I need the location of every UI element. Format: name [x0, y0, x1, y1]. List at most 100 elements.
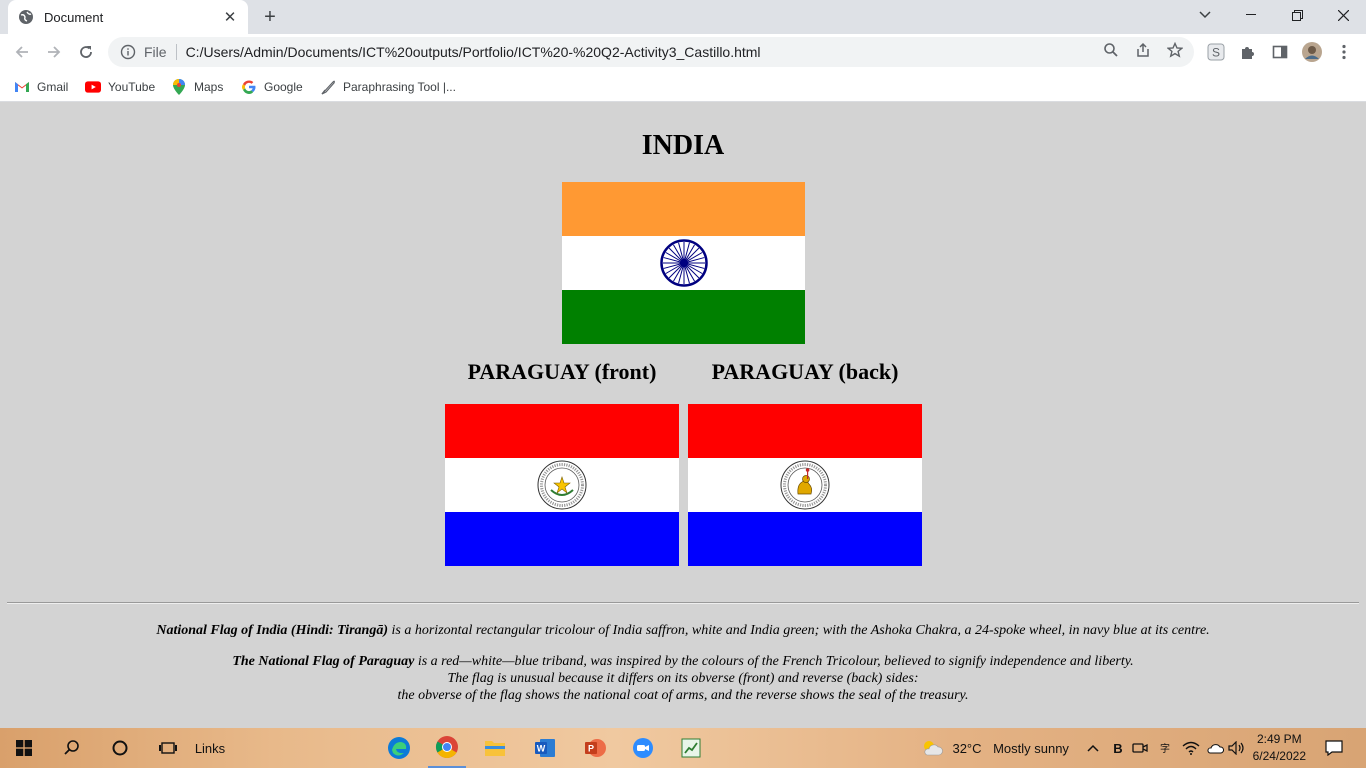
chart-app-icon[interactable]: [676, 728, 706, 768]
maps-icon: [171, 79, 187, 95]
system-clock[interactable]: 2:49 PM 6/24/2022: [1253, 731, 1306, 765]
svg-text:S: S: [1212, 46, 1220, 60]
task-view-icon[interactable]: [154, 728, 182, 768]
side-panel-icon[interactable]: [1270, 42, 1290, 62]
paraguay-desc-line2: The flag is unusual because it differs o…: [447, 671, 919, 686]
clock-time: 2:49 PM: [1256, 732, 1302, 746]
coat-of-arms-icon: [537, 460, 587, 510]
divider-rule: [7, 602, 1359, 604]
blue-stripe: [445, 512, 679, 566]
tab-search-chevron-icon[interactable]: [1182, 0, 1228, 30]
weather-description[interactable]: Mostly sunny: [988, 728, 1074, 768]
bookmark-label: Paraphrasing Tool |...: [343, 80, 456, 94]
paraguay-front-flag-image: [445, 404, 679, 566]
reload-icon[interactable]: [73, 39, 99, 65]
extension-s-icon[interactable]: S: [1206, 42, 1226, 62]
paraguay-description: The National Flag of Paraguay is a red—w…: [0, 653, 1366, 704]
language-icon[interactable]: 字: [1154, 728, 1176, 768]
paraguay-desc-text: is a red—white—blue triband, was inspire…: [414, 654, 1134, 669]
profile-avatar[interactable]: [1302, 42, 1322, 62]
weather-temperature[interactable]: 32°C: [948, 728, 986, 768]
svg-text:W: W: [537, 744, 546, 754]
bookmark-maps[interactable]: Maps: [171, 77, 223, 97]
bookmarks-bar: Gmail YouTube Maps Google Paraphrasing T…: [0, 71, 1366, 102]
back-arrow-icon[interactable]: [9, 39, 35, 65]
chevron-up-icon[interactable]: [1084, 728, 1102, 768]
blue-stripe: [688, 512, 922, 566]
bookmark-youtube[interactable]: YouTube: [85, 77, 155, 97]
weather-sun-cloud-icon[interactable]: [920, 728, 944, 768]
divider: [175, 44, 177, 60]
paraguay-desc-line3: the obverse of the flag shows the nation…: [397, 688, 969, 703]
tab-document[interactable]: Document ✕: [8, 0, 248, 34]
gmail-icon: [14, 79, 30, 95]
restore-button[interactable]: [1274, 0, 1320, 30]
wifi-icon[interactable]: [1180, 728, 1202, 768]
google-icon: [241, 79, 257, 95]
address-bar[interactable]: File C:/Users/Admin/Documents/ICT%20outp…: [108, 37, 1194, 67]
puzzle-icon[interactable]: [1238, 42, 1258, 62]
word-icon[interactable]: W: [530, 728, 560, 768]
paraguay-front-heading: PARAGUAY (front): [467, 359, 657, 384]
bookmark-label: Gmail: [37, 80, 69, 94]
url-text[interactable]: C:/Users/Admin/Documents/ICT%20outputs/P…: [186, 44, 761, 60]
bookmark-star-icon[interactable]: [1166, 41, 1184, 59]
svg-text:B: B: [1113, 741, 1122, 756]
india-desc-bold: National Flag of India (Hindi: Tirangā): [156, 623, 389, 638]
zoom-app-icon[interactable]: [628, 728, 658, 768]
paraguay-back-flag-image: [688, 404, 922, 566]
india-desc-text: is a horizontal rectangular tricolour of…: [388, 623, 1210, 638]
chrome-icon[interactable]: [428, 728, 466, 768]
bookmark-label: Maps: [194, 80, 224, 94]
red-stripe: [688, 404, 922, 458]
search-icon[interactable]: [58, 728, 86, 768]
globe-icon: [18, 9, 34, 25]
bookmark-label: YouTube: [108, 80, 156, 94]
ashoka-chakra-icon: [659, 239, 708, 287]
minimize-button[interactable]: [1228, 0, 1274, 30]
file-explorer-icon[interactable]: [480, 728, 510, 768]
new-tab-button[interactable]: +: [258, 5, 282, 29]
india-heading: INDIA: [641, 130, 725, 161]
close-window-button[interactable]: [1320, 0, 1366, 30]
windows-taskbar: Links W P 32°C Mostly sunny B 字 2:49 PM …: [0, 728, 1366, 768]
tab-strip: Document ✕ +: [0, 0, 1366, 34]
clock-date: 6/24/2022: [1252, 749, 1306, 763]
india-flag-image: [562, 182, 805, 344]
paraguay-desc-bold: The National Flag of Paraguay: [232, 654, 415, 669]
feather-icon: [320, 79, 336, 95]
bookmark-paraphrasing-tool[interactable]: Paraphrasing Tool |...: [320, 77, 456, 97]
links-toolbar[interactable]: Links: [192, 728, 228, 768]
paraguay-back-heading: PARAGUAY (back): [711, 359, 899, 384]
file-label: File: [144, 44, 167, 60]
treasury-seal-icon: [780, 460, 830, 510]
bookmark-google[interactable]: Google: [241, 77, 303, 97]
youtube-icon: [85, 79, 101, 95]
tray-app-icon[interactable]: B: [1108, 728, 1128, 768]
meet-now-icon[interactable]: [1130, 728, 1150, 768]
red-stripe: [445, 404, 679, 458]
tab-title: Document: [44, 9, 104, 25]
browser-toolbar: File C:/Users/Admin/Documents/ICT%20outp…: [0, 34, 1366, 71]
bookmark-gmail[interactable]: Gmail: [14, 77, 68, 97]
volume-icon[interactable]: [1226, 728, 1248, 768]
forward-arrow-icon[interactable]: [41, 39, 67, 65]
bookmark-label: Google: [264, 80, 303, 94]
edge-icon[interactable]: [384, 728, 414, 768]
green-stripe: [562, 290, 805, 344]
powerpoint-icon[interactable]: P: [580, 728, 610, 768]
onedrive-icon[interactable]: [1204, 728, 1226, 768]
zoom-icon[interactable]: [1102, 41, 1120, 59]
info-icon[interactable]: [120, 44, 136, 60]
saffron-stripe: [562, 182, 805, 236]
close-tab-icon[interactable]: ✕: [222, 8, 238, 26]
windows-start-icon[interactable]: [10, 728, 38, 768]
notifications-icon[interactable]: [1322, 728, 1346, 768]
page-content: INDIA PARAGUAY (front) PARAGUAY (back) N…: [0, 102, 1366, 728]
cortana-icon[interactable]: [106, 728, 134, 768]
kebab-menu-icon[interactable]: [1334, 42, 1354, 62]
svg-text:字: 字: [1160, 742, 1170, 755]
india-description: National Flag of India (Hindi: Tirangā) …: [0, 622, 1366, 639]
svg-text:P: P: [588, 744, 594, 754]
share-icon[interactable]: [1134, 41, 1152, 59]
